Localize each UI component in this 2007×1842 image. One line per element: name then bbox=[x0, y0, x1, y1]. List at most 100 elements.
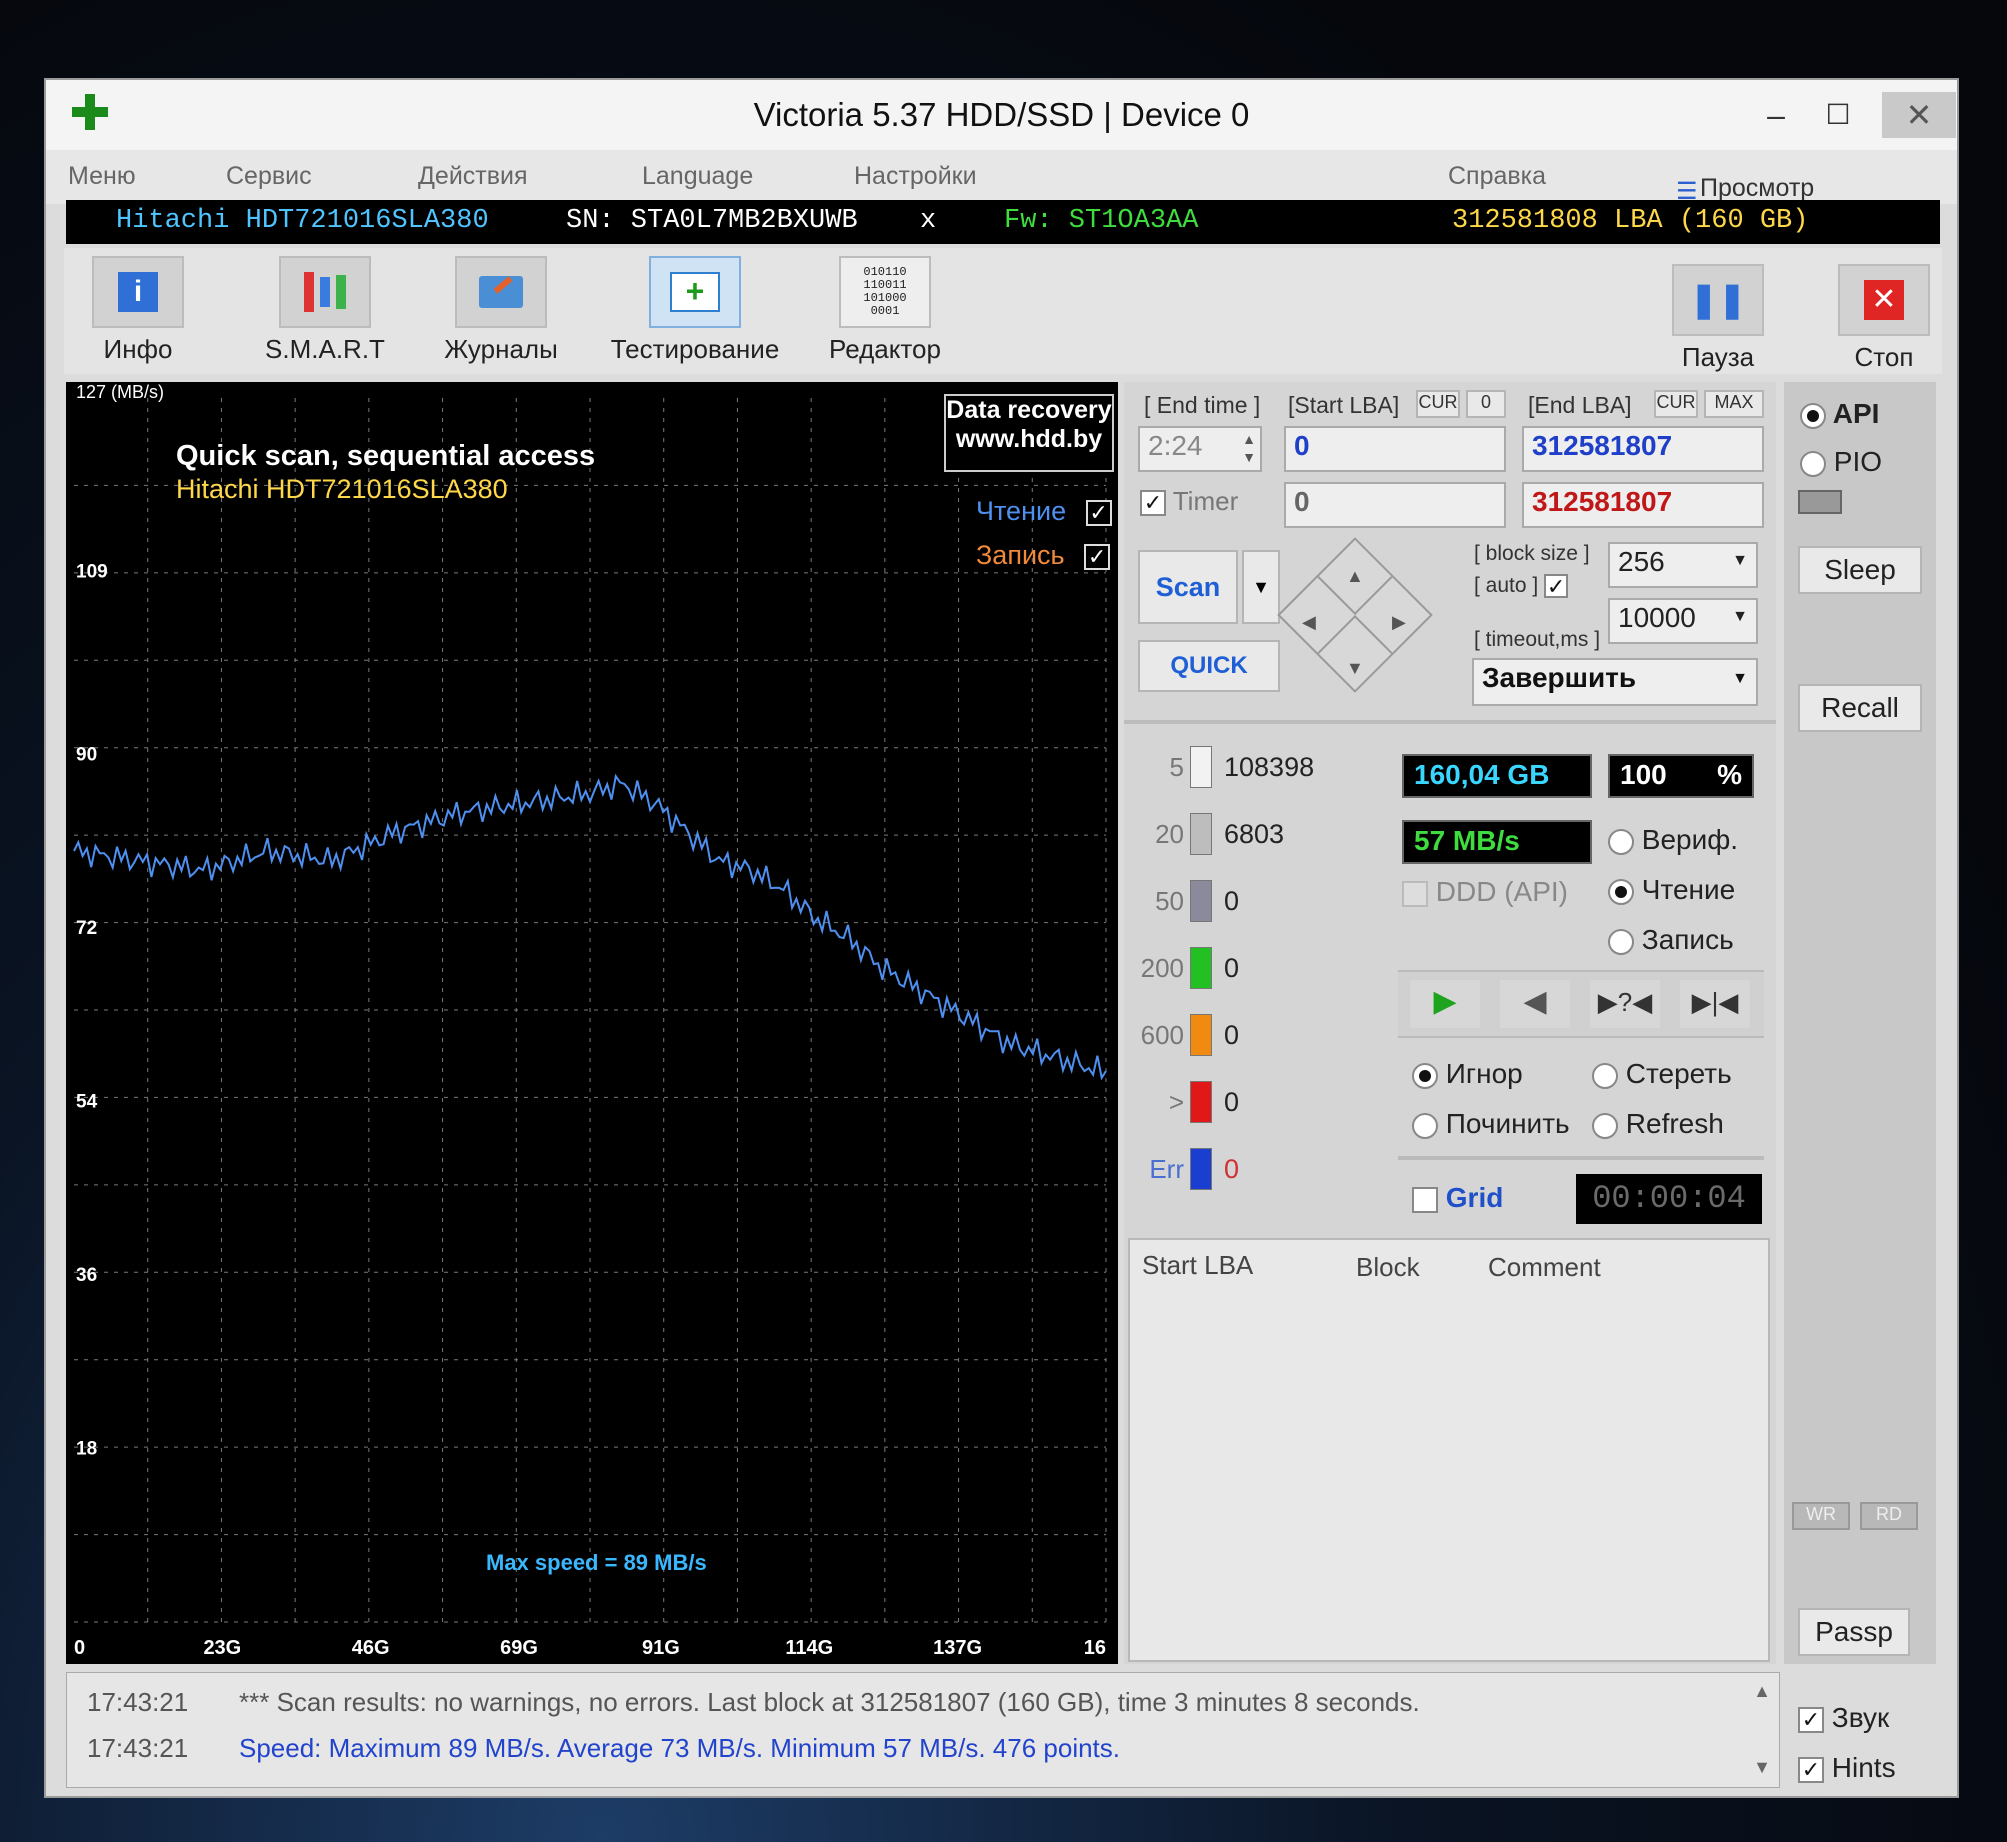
sound-checkbox[interactable]: ✓ bbox=[1798, 1706, 1824, 1733]
timer-checkbox[interactable]: ✓ bbox=[1140, 490, 1166, 517]
speed-graph-svg: 127 (MB/s) 109 90 72 54 36 18 0 23G 46G 69G 91G 114G… bbox=[73, 382, 1107, 1659]
api-option[interactable]: API bbox=[1800, 398, 1879, 430]
go-to-end-icon[interactable]: ▶|◀ bbox=[1680, 980, 1750, 1028]
timeout-select[interactable]: 10000 ▼ bbox=[1608, 598, 1758, 644]
stat-count: 0 bbox=[1224, 1154, 1240, 1184]
y-tick-label: 90 bbox=[76, 745, 97, 766]
stat-color-swatch bbox=[1190, 813, 1212, 855]
speed-graph: 127 (MB/s) 109 90 72 54 36 18 0 23G 46G 69G 91G 114G… bbox=[66, 382, 1118, 1664]
end-time-field[interactable]: 2:24 ▲ ▼ bbox=[1138, 426, 1262, 472]
menu-main[interactable]: Меню bbox=[68, 162, 136, 191]
menu-actions[interactable]: Действия bbox=[418, 162, 528, 191]
stat-color-swatch bbox=[1190, 1014, 1212, 1056]
editor-button[interactable]: 010110 110011 101000 0001 Редактор bbox=[820, 256, 950, 365]
jump-unknown-icon[interactable]: ▶?◀ bbox=[1590, 980, 1660, 1028]
device-close[interactable]: x bbox=[920, 206, 936, 236]
play-icon[interactable]: ▶ bbox=[1410, 980, 1480, 1028]
verify-radio[interactable] bbox=[1608, 828, 1634, 855]
block-size-select[interactable]: 256 ▼ bbox=[1608, 542, 1758, 588]
ddd-checkbox[interactable] bbox=[1402, 880, 1428, 907]
window-title: Victoria 5.37 HDD/SSD | Device 0 bbox=[753, 96, 1250, 133]
read-radio[interactable] bbox=[1608, 878, 1634, 905]
close-window-button[interactable]: ✕ bbox=[1882, 92, 1956, 138]
app-window: Victoria 5.37 HDD/SSD | Device 0 – ☐ ✕ М… bbox=[44, 78, 1959, 1798]
pio-option[interactable]: PIO bbox=[1800, 446, 1882, 478]
x-tick-label: 16 bbox=[1084, 1637, 1106, 1659]
grid-option[interactable]: Grid bbox=[1412, 1182, 1503, 1214]
start-zero-button[interactable]: 0 bbox=[1466, 390, 1506, 418]
timeout-label: [ timeout,ms ] bbox=[1474, 628, 1601, 651]
verify-option[interactable]: Вериф. bbox=[1608, 824, 1738, 856]
ignore-radio[interactable] bbox=[1412, 1062, 1438, 1089]
read-legend: Чтение ✓ bbox=[976, 496, 1112, 527]
pause-button[interactable]: ❚❚ Пауза bbox=[1668, 264, 1768, 373]
ddd-api-option[interactable]: DDD (API) bbox=[1402, 876, 1568, 908]
passp-button[interactable]: Passp bbox=[1798, 1608, 1910, 1656]
device-serial: SN: STA0L7MB2BXUWB bbox=[566, 206, 858, 236]
brand-box[interactable]: Data recovery www.hdd.by bbox=[944, 394, 1114, 472]
end-lba-input[interactable]: 312581807 bbox=[1522, 426, 1764, 472]
time-spinner-icon[interactable]: ▲ ▼ bbox=[1242, 430, 1256, 466]
menu-language[interactable]: Language bbox=[642, 162, 753, 191]
testing-button[interactable]: + Тестирование bbox=[600, 256, 790, 365]
buffer-view-button[interactable]: ☰ Просмотр буфера bbox=[1676, 162, 1814, 231]
timer-option[interactable]: ✓ Timer bbox=[1140, 486, 1238, 517]
stat-label: > bbox=[1168, 1087, 1184, 1117]
scan-dropdown-icon[interactable]: ▼ bbox=[1242, 550, 1280, 624]
menu-help[interactable]: Справка bbox=[1448, 162, 1546, 191]
table-header-start-lba[interactable]: Start LBA bbox=[1142, 1250, 1253, 1281]
erase-option[interactable]: Стереть bbox=[1592, 1058, 1732, 1090]
sound-option[interactable]: ✓ Звук bbox=[1798, 1702, 1889, 1734]
menu-settings[interactable]: Настройки bbox=[854, 162, 977, 191]
scroll-up-icon[interactable]: ▲ bbox=[1753, 1681, 1771, 1702]
sleep-button[interactable]: Sleep bbox=[1798, 546, 1922, 594]
stat-label: 600 bbox=[1140, 1020, 1184, 1050]
info-button[interactable]: i Инфо bbox=[78, 256, 198, 365]
timer-end-field[interactable]: 312581807 bbox=[1522, 482, 1764, 528]
end-max-button[interactable]: MAX bbox=[1704, 390, 1764, 418]
minimize-button[interactable]: – bbox=[1746, 92, 1806, 138]
smart-button[interactable]: S.M.A.R.T bbox=[250, 256, 400, 365]
finish-action-select[interactable]: Завершить ▼ bbox=[1472, 658, 1758, 706]
scroll-down-icon[interactable]: ▼ bbox=[1753, 1757, 1771, 1778]
stat-count: 0 bbox=[1224, 886, 1240, 916]
menu-service[interactable]: Сервис bbox=[226, 162, 312, 191]
ignore-option[interactable]: Игнор bbox=[1412, 1058, 1523, 1090]
read-option[interactable]: Чтение bbox=[1608, 874, 1735, 906]
maximize-button[interactable]: ☐ bbox=[1808, 92, 1868, 138]
stop-button[interactable]: ✕ Стоп bbox=[1834, 264, 1934, 373]
grid-checkbox[interactable] bbox=[1412, 1186, 1438, 1213]
repair-radio[interactable] bbox=[1412, 1112, 1438, 1139]
log-message: *** Scan results: no warnings, no errors… bbox=[239, 1687, 1420, 1717]
pio-radio[interactable] bbox=[1800, 450, 1826, 477]
logs-button[interactable]: Журналы bbox=[436, 256, 566, 365]
pause-icon: ❚❚ bbox=[1672, 264, 1764, 336]
table-header-block[interactable]: Block bbox=[1356, 1252, 1420, 1283]
write-option[interactable]: Запись bbox=[1608, 924, 1734, 956]
wr-indicator: WR bbox=[1792, 1502, 1850, 1530]
repair-option[interactable]: Починить bbox=[1412, 1108, 1570, 1140]
stat-label: 20 bbox=[1155, 819, 1184, 849]
read-legend-checkbox[interactable]: ✓ bbox=[1085, 499, 1112, 526]
erase-radio[interactable] bbox=[1592, 1062, 1618, 1089]
start-cur-button[interactable]: CUR bbox=[1416, 390, 1460, 418]
scan-button[interactable]: Scan bbox=[1138, 550, 1238, 624]
quick-button[interactable]: QUICK bbox=[1138, 640, 1280, 692]
stat-row: 50 0 bbox=[1130, 876, 1390, 926]
end-lba-label: [End LBA] bbox=[1528, 392, 1632, 418]
start-lba-input[interactable]: 0 bbox=[1284, 426, 1506, 472]
hints-checkbox[interactable]: ✓ bbox=[1798, 1756, 1824, 1783]
table-header-comment[interactable]: Comment bbox=[1488, 1252, 1601, 1283]
end-cur-button[interactable]: CUR bbox=[1654, 390, 1698, 418]
api-radio[interactable] bbox=[1800, 402, 1826, 429]
write-legend-checkbox[interactable]: ✓ bbox=[1084, 543, 1111, 570]
recall-button[interactable]: Recall bbox=[1798, 684, 1922, 732]
auto-checkbox[interactable]: ✓ bbox=[1544, 574, 1569, 599]
timer-start-field[interactable]: 0 bbox=[1284, 482, 1506, 528]
refresh-option[interactable]: Refresh bbox=[1592, 1108, 1724, 1140]
refresh-radio[interactable] bbox=[1592, 1112, 1618, 1139]
rewind-icon[interactable]: ◀ bbox=[1500, 980, 1570, 1028]
hints-option[interactable]: ✓ Hints bbox=[1798, 1752, 1896, 1784]
progress-percent-display: 100 % bbox=[1608, 754, 1754, 798]
write-radio[interactable] bbox=[1608, 928, 1634, 955]
